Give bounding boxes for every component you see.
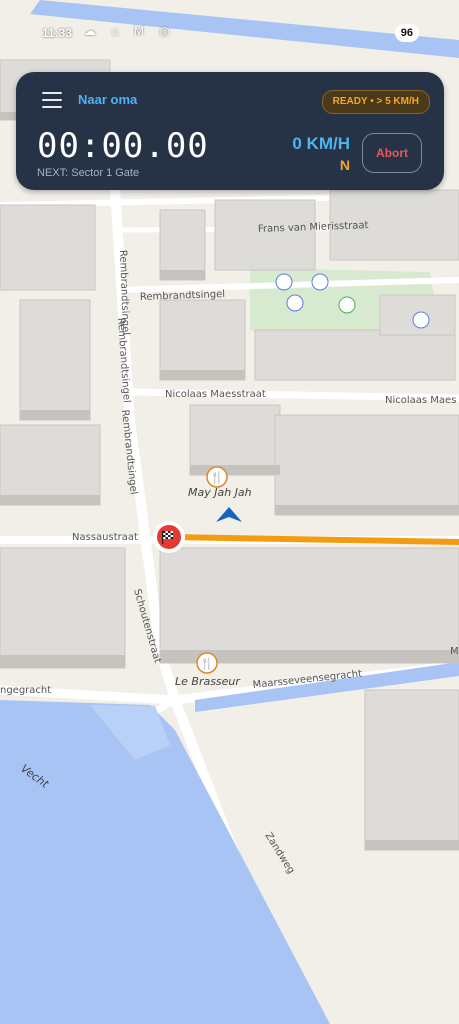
poi-label: Le Brasseur: [175, 675, 241, 688]
hamburger-menu-icon[interactable]: [42, 92, 62, 108]
edge-letter: M: [450, 646, 459, 657]
finish-flag-marker[interactable]: [153, 521, 185, 553]
street-gracht-left: ngegracht: [0, 685, 51, 696]
lap-timer: 00:00.00: [37, 126, 209, 166]
speed-readout: 0 KM/H: [292, 134, 350, 153]
ready-status-badge: READY • > 5 KM/H: [321, 90, 430, 114]
next-checkpoint-label: NEXT: Sector 1 Gate: [37, 167, 140, 179]
street-nassaustraat: Nassaustraat: [72, 532, 138, 543]
status-time: 11:33: [42, 26, 73, 40]
heading-readout: N: [339, 157, 350, 173]
navigation-hud: Naar oma READY • > 5 KM/H 00:00.00 NEXT:…: [16, 72, 444, 190]
fork-knife-icon: 🍴: [200, 657, 214, 670]
fork-knife-icon: 🍴: [210, 471, 224, 484]
abort-button[interactable]: Abort: [362, 133, 422, 173]
street-nicolaas-maes: Nicolaas Maesstraat: [165, 389, 266, 400]
notification-icons: ☁ ⌂ M ◎: [84, 24, 176, 38]
status-bar: 11:33 ☁ ⌂ M ◎ 96: [0, 20, 459, 48]
battery-indicator: 96: [394, 24, 419, 42]
street-nicolaas-maes-2: Nicolaas Maes: [385, 395, 456, 406]
poi-label: May Jah Jah: [188, 486, 252, 499]
route-title: Naar oma: [78, 92, 138, 107]
